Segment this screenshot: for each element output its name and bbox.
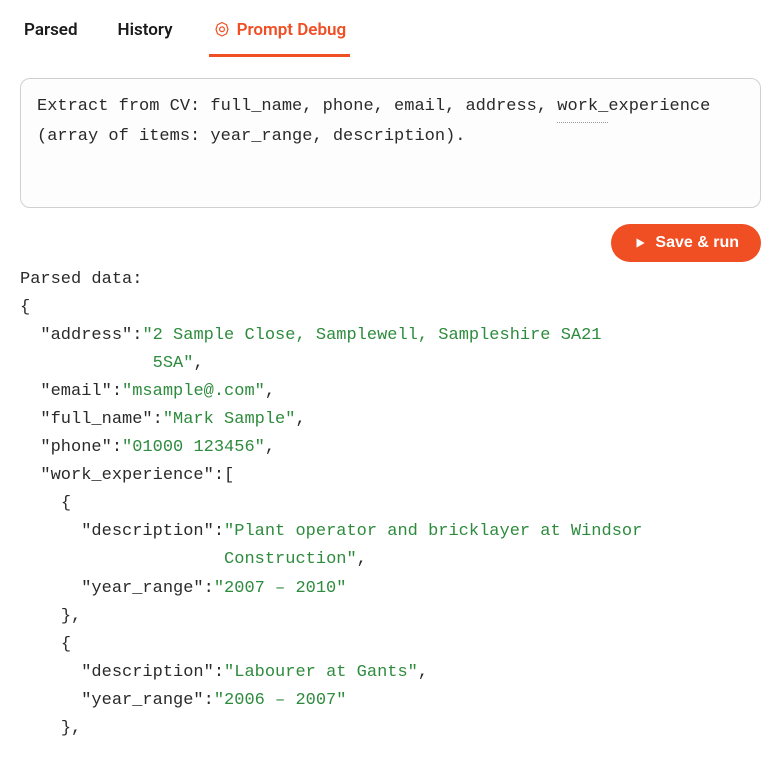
tab-bar: Parsed History Prompt Debug — [0, 0, 781, 58]
output-heading: Parsed data: — [20, 270, 142, 289]
address-key: "address" — [40, 326, 132, 345]
desc1-line2: Construction" — [224, 550, 357, 569]
openai-icon — [213, 21, 231, 39]
save-run-label: Save & run — [655, 234, 739, 252]
prompt-textarea[interactable]: Extract from CV: full_name, phone, email… — [20, 78, 761, 208]
tab-prompt-debug-label: Prompt Debug — [237, 20, 347, 40]
item2-close: }, — [61, 719, 81, 738]
address-value-line2: 5SA" — [153, 354, 194, 373]
action-row: Save & run — [20, 224, 761, 262]
main-container: Parsed History Prompt Debug Extract from… — [0, 0, 781, 763]
prompt-line1: Extract from CV: full_name, phone, email… — [37, 97, 547, 116]
tab-prompt-debug[interactable]: Prompt Debug — [209, 12, 351, 57]
tab-parsed[interactable]: Parsed — [20, 12, 82, 57]
json-open-bracket: [ — [224, 466, 234, 485]
email-key: "email" — [40, 382, 111, 401]
desc1-line1: "Plant operator and bricklayer at Windso… — [224, 522, 642, 541]
json-open-brace: { — [20, 298, 30, 317]
tab-history[interactable]: History — [114, 12, 177, 57]
fullname-key: "full_name" — [40, 410, 152, 429]
item1-open: { — [61, 494, 71, 513]
fullname-value: "Mark Sample" — [163, 410, 296, 429]
tab-parsed-label: Parsed — [24, 20, 78, 40]
prompt-underlined-word: work_ — [557, 93, 608, 123]
desc-key-2: "description" — [81, 663, 214, 682]
email-value: "msample@.com" — [122, 382, 265, 401]
phone-key: "phone" — [40, 438, 111, 457]
play-icon — [633, 236, 647, 250]
desc2-value: "Labourer at Gants" — [224, 663, 418, 682]
address-value-line1: "2 Sample Close, Samplewell, Sampleshire… — [142, 326, 601, 345]
workexp-key: "work_experience" — [40, 466, 213, 485]
item2-open: { — [61, 635, 71, 654]
output-block: Parsed data: { "address":"2 Sample Close… — [20, 266, 761, 743]
year2-value: "2006 – 2007" — [214, 691, 347, 710]
year-key-1: "year_range" — [81, 579, 203, 598]
year1-value: "2007 – 2010" — [214, 579, 347, 598]
desc-key-1: "description" — [81, 522, 214, 541]
tab-history-label: History — [118, 20, 173, 40]
year-key-2: "year_range" — [81, 691, 203, 710]
content-area: Extract from CV: full_name, phone, email… — [0, 58, 781, 763]
save-run-button[interactable]: Save & run — [611, 224, 761, 262]
phone-value: "01000 123456" — [122, 438, 265, 457]
item1-close: }, — [61, 607, 81, 626]
